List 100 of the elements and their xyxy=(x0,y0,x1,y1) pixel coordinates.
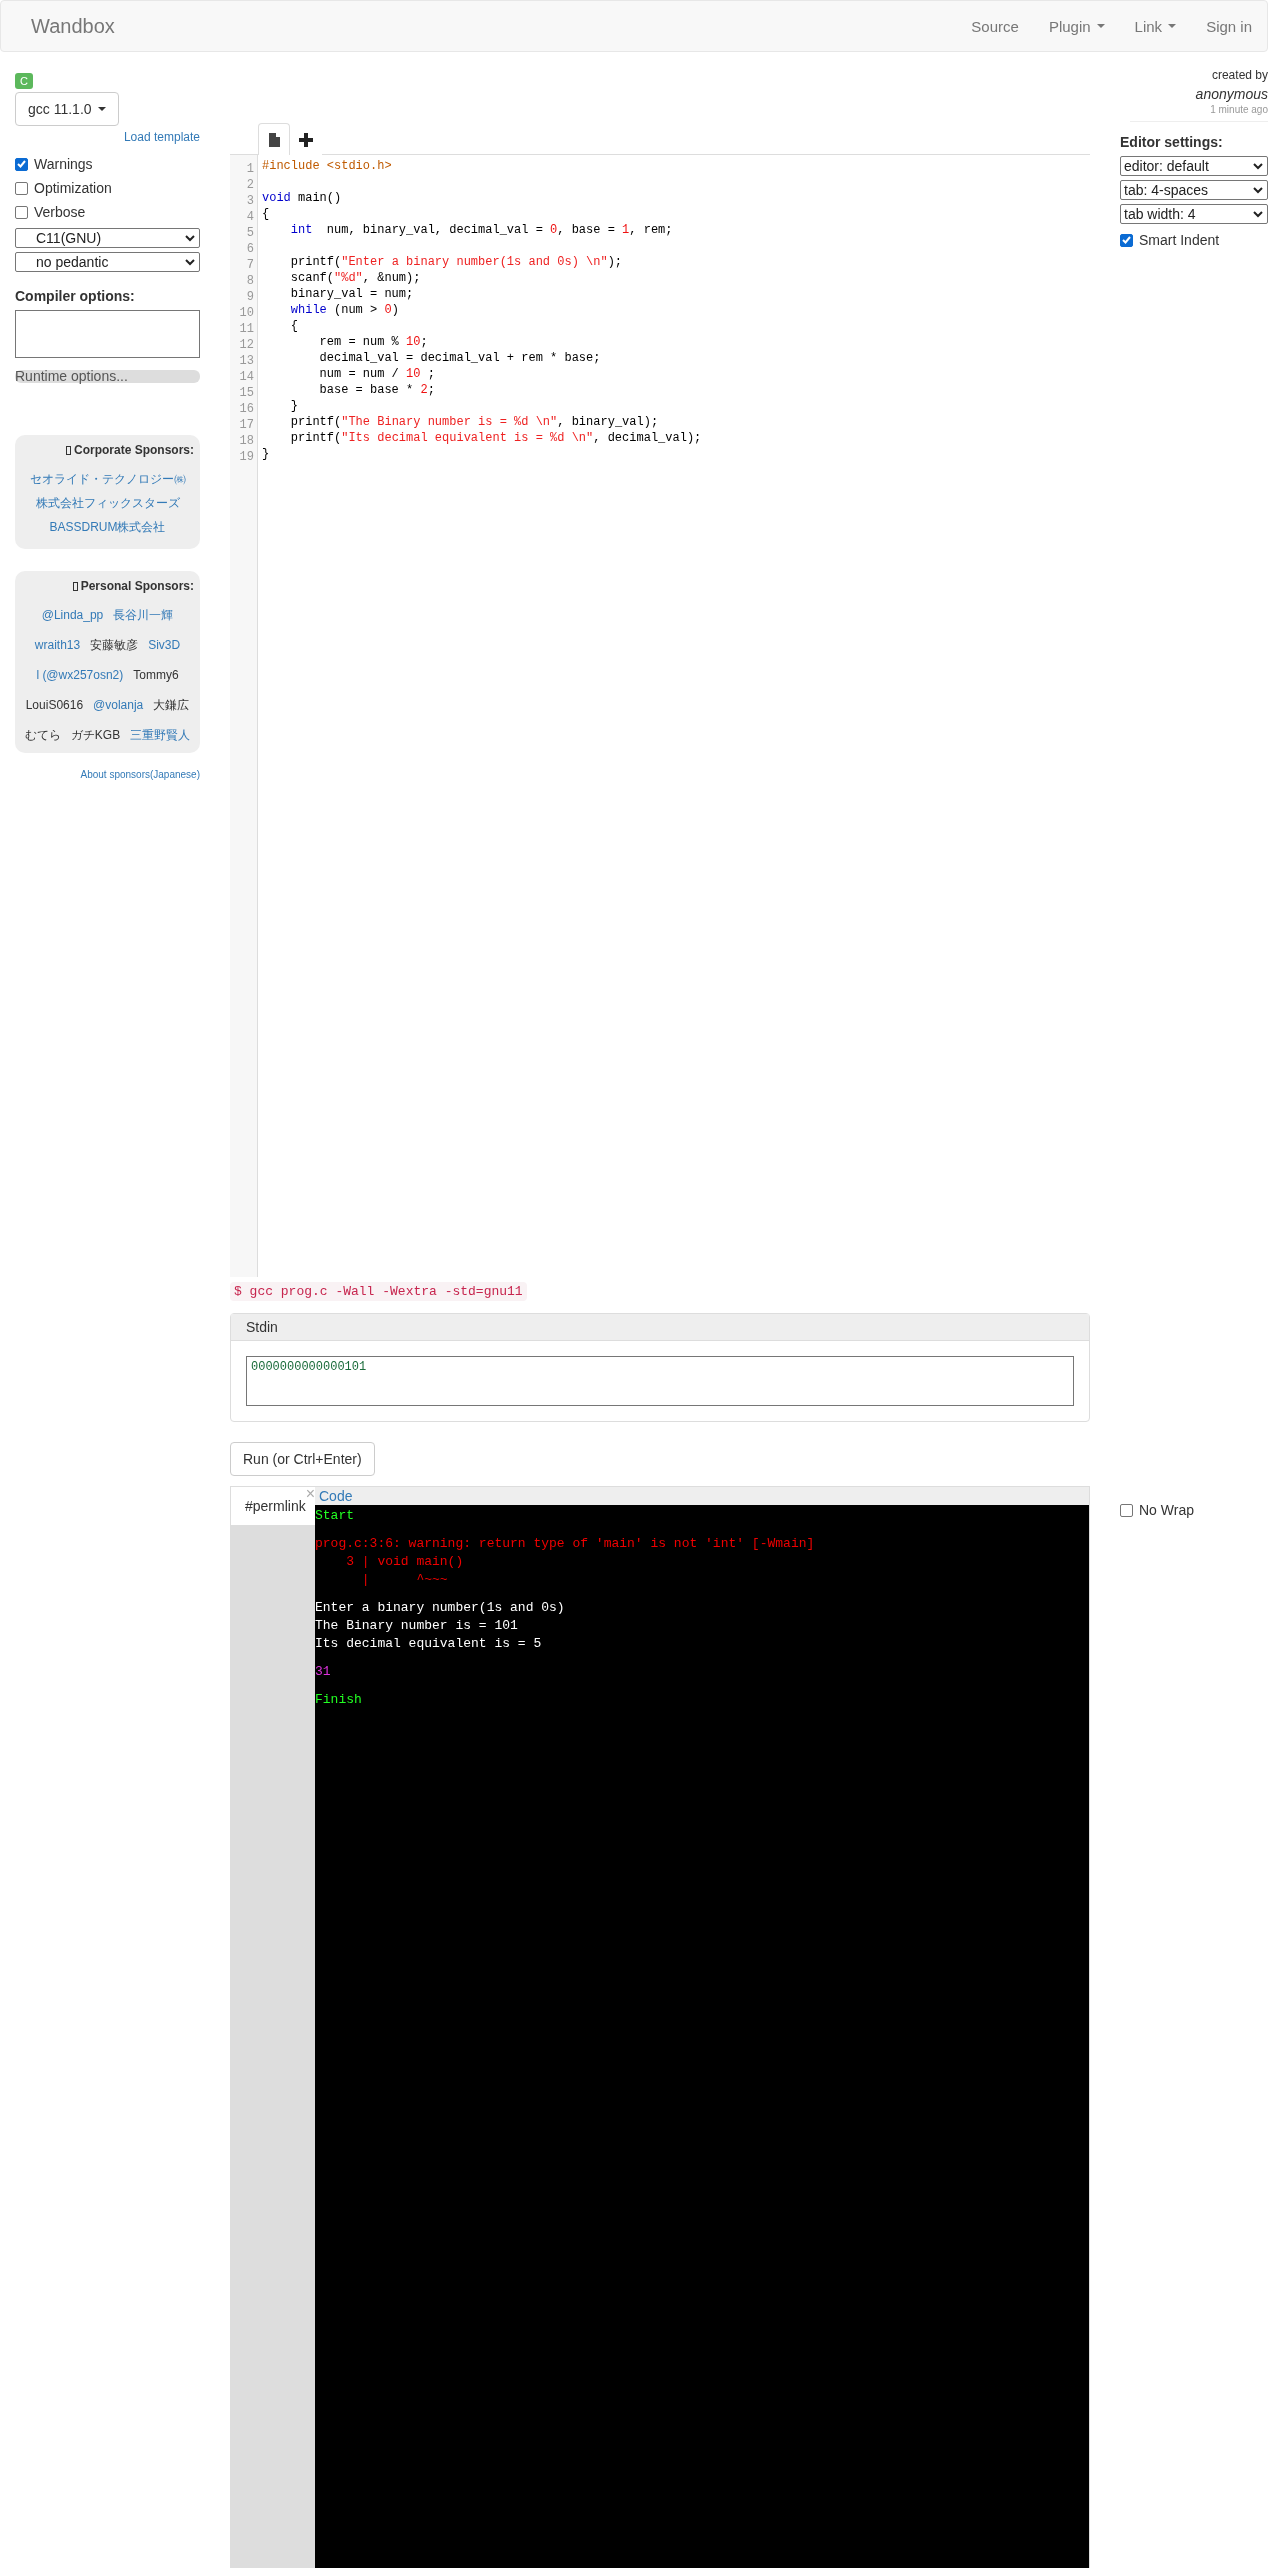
missing-glyph-icon xyxy=(66,445,71,455)
sponsor-link[interactable]: @volanja xyxy=(93,697,144,713)
setting-select[interactable]: tab width: 4 xyxy=(1120,204,1268,224)
checkbox[interactable] xyxy=(15,157,28,171)
editor-settings-label: Editor settings: xyxy=(1120,134,1224,150)
line-number: 5 xyxy=(245,225,255,241)
setting-select[interactable]: tab: 4-spaces xyxy=(1120,180,1268,200)
checkbox-label[interactable]: Verbose xyxy=(15,200,200,224)
checkbox[interactable] xyxy=(1120,233,1133,247)
checkbox-text: Warnings xyxy=(34,156,93,172)
sponsor-link[interactable]: 長谷川一輝 xyxy=(113,607,174,623)
checkbox[interactable] xyxy=(15,181,28,195)
line-number: 17 xyxy=(238,417,255,433)
caret-icon xyxy=(97,107,106,111)
output-line: Start xyxy=(315,1507,355,1525)
sponsor-link[interactable]: l (@wx257osn2) xyxy=(36,667,124,683)
nav-link[interactable]: Link xyxy=(1119,17,1192,35)
code-line: void main() xyxy=(262,190,343,206)
file-icon xyxy=(268,132,280,147)
about-sponsors-link[interactable]: About sponsors(Japanese) xyxy=(15,769,200,780)
line-number: 8 xyxy=(245,273,255,289)
compiler-options-field[interactable] xyxy=(15,310,200,358)
output-line: Its decimal equivalent is = 5 xyxy=(315,1635,543,1653)
line-number: 15 xyxy=(238,385,255,401)
chevron-down-icon xyxy=(1253,186,1263,194)
chevron-down-icon xyxy=(1253,210,1263,218)
sponsor-link[interactable]: セオライド・テクノロジー㈱ xyxy=(21,467,194,491)
line-number: 9 xyxy=(245,289,255,305)
code-line: { xyxy=(262,206,271,222)
author-name: anonymous xyxy=(1194,86,1268,102)
checkbox-label[interactable]: No Wrap xyxy=(1120,1498,1268,1522)
panel-title: Stdin xyxy=(231,1314,1089,1341)
sponsor-name: 安藤敏彦 xyxy=(90,637,139,653)
nav-link[interactable]: Source xyxy=(956,17,1034,35)
line-number: 6 xyxy=(245,241,255,257)
sponsor-title: Personal Sponsors: xyxy=(80,579,194,593)
code-line: binary_val = num; xyxy=(289,286,415,302)
plus-icon xyxy=(299,132,313,147)
sponsor-link[interactable]: wraith13 xyxy=(34,637,81,653)
checkbox[interactable] xyxy=(15,205,28,219)
checkbox-label[interactable]: Warnings xyxy=(15,152,200,176)
code-line: base = base * 2; xyxy=(318,382,436,398)
code-line: printf("Enter a binary number(1s and 0s) \n"); xyxy=(289,254,624,270)
sponsor-name: 大鎌広 xyxy=(153,697,190,713)
code-line: printf("The Binary number is = %d \n", binary_val); xyxy=(289,414,660,430)
option-select[interactable]: C11(GNU) xyxy=(15,228,200,248)
checkbox-label[interactable]: Smart Indent xyxy=(1120,228,1268,252)
created-by-label: created by xyxy=(1210,68,1268,82)
sponsor-link[interactable]: 三重野賢人 xyxy=(130,727,191,743)
sponsor-link[interactable]: @Linda_pp xyxy=(41,607,104,623)
run-button[interactable]: Run (or Ctrl+Enter) xyxy=(230,1442,375,1476)
compiler-dropdown[interactable]: gcc 11.1.0 xyxy=(15,92,119,126)
code-line: } xyxy=(262,446,271,462)
line-number: 1 xyxy=(245,161,255,177)
nav-link[interactable]: Plugin xyxy=(1033,17,1120,35)
line-number: 18 xyxy=(238,433,255,449)
option-select[interactable]: no pedantic xyxy=(15,252,200,272)
setting-select[interactable]: editor: default xyxy=(1120,156,1268,176)
sponsor-link[interactable]: Siv3D xyxy=(148,637,181,653)
line-number: 12 xyxy=(238,337,255,353)
code-line: int num, binary_val, decimal_val = 0, base = 1, rem; xyxy=(289,222,674,238)
sponsor-title: Corporate Sponsors: xyxy=(74,443,194,457)
code-tab[interactable]: Code xyxy=(315,1487,1089,1505)
line-number: 3 xyxy=(245,193,255,209)
load-template-link[interactable]: Load template xyxy=(15,130,200,144)
sponsor-link[interactable]: 株式会社フィックスターズ xyxy=(21,491,194,515)
output-line: prog.c:3:6: warning: return type of 'main' is not 'int' [-Wmain] xyxy=(315,1535,816,1553)
line-number: 19 xyxy=(238,449,255,465)
checkbox-text: Verbose xyxy=(34,204,86,220)
sponsor-link[interactable]: BASSDRUM株式会社 xyxy=(21,515,194,539)
language-badge: C xyxy=(15,73,33,89)
sponsor-name: Tommy6 xyxy=(133,667,179,683)
sponsor-name: むてら xyxy=(24,727,61,743)
checkbox-text: Smart Indent xyxy=(1139,232,1220,248)
sponsor-name: LouiS0616 xyxy=(25,697,84,713)
code-line: #include <stdio.h> xyxy=(262,158,393,174)
checkbox-label[interactable]: Optimization xyxy=(15,176,200,200)
code-line: while (num > 0) xyxy=(289,302,400,318)
stdin-field[interactable]: 0000000000000101 xyxy=(246,1356,1074,1406)
checkbox[interactable] xyxy=(1120,1503,1133,1517)
runtime-options-toggle[interactable]: Runtime options... xyxy=(15,370,200,383)
nav-link[interactable]: Sign in xyxy=(1191,17,1267,35)
chevron-down-icon xyxy=(1253,162,1263,170)
line-number: 2 xyxy=(245,177,255,193)
sponsor-name: ガチKGB xyxy=(70,727,121,743)
brand-link[interactable]: Wandbox xyxy=(31,14,115,38)
code-line: printf("Its decimal equivalent is = %d \n", decimal_val); xyxy=(289,430,702,446)
checkbox-text: Optimization xyxy=(34,180,112,196)
line-number: 11 xyxy=(238,321,255,337)
timestamp: 1 minute ago xyxy=(1209,104,1268,115)
chevron-down-icon xyxy=(185,258,195,266)
chevron-down-icon xyxy=(185,234,195,242)
code-line: decimal_val = decimal_val + rem * base; xyxy=(318,350,602,366)
output-line: Finish xyxy=(315,1691,363,1709)
line-number: 4 xyxy=(245,209,255,225)
file-tab[interactable] xyxy=(258,123,290,155)
compiler-options-label: Compiler options: xyxy=(15,288,136,304)
missing-glyph-icon xyxy=(72,581,78,591)
code-line: { xyxy=(289,318,299,334)
output-line: 3 | void main() xyxy=(345,1553,465,1571)
